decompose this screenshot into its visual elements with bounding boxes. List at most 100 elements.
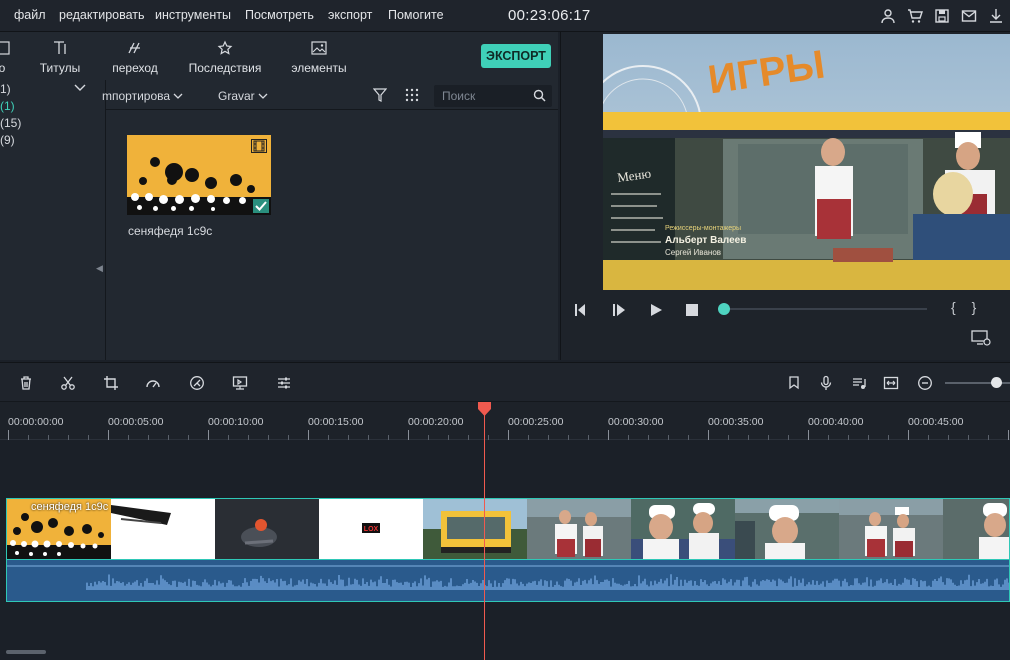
fit-icon[interactable] [883, 375, 899, 391]
tab-effects-label: Последствия [188, 61, 262, 75]
playhead[interactable] [484, 412, 485, 660]
search-input[interactable]: Поиск [434, 85, 552, 107]
audio-mixer-icon[interactable] [851, 375, 867, 391]
step-back-icon[interactable] [573, 302, 589, 318]
collapse-sidebar-icon[interactable]: ◀ [96, 263, 103, 274]
cart-icon[interactable] [907, 8, 923, 24]
tab-transitions[interactable]: переход [95, 40, 175, 75]
ruler-minor-tick [268, 435, 269, 440]
tab-elements-label: элементы [291, 61, 347, 75]
timeline: 00:00:00:00 00:00:05:00 00:00:10:00 00:0… [0, 402, 1010, 660]
ruler-label: 00:00:20:00 [408, 416, 464, 428]
ruler-minor-tick [588, 435, 589, 440]
ruler-major-tick [608, 430, 609, 440]
menu-edit[interactable]: редактировать [59, 8, 145, 22]
filter-icon[interactable] [373, 88, 387, 102]
clip-frame [527, 499, 631, 559]
tab-titles-label: Титулы [39, 61, 81, 75]
media-icon [0, 41, 10, 55]
menu-export[interactable]: экспорт [328, 8, 372, 22]
elements-icon [311, 41, 327, 55]
menu-bar: файл редактировать инструменты Посмотрет… [0, 0, 1010, 32]
ruler-minor-tick [388, 435, 389, 440]
ruler-label: 00:00:40:00 [808, 416, 864, 428]
audio-waveform-track[interactable] [6, 560, 1010, 602]
import-dropdown[interactable]: mпортирова [102, 89, 183, 103]
menu-tools[interactable]: инструменты [155, 8, 231, 22]
sidebar-item-sample-video[interactable]: (9) [0, 133, 15, 147]
ruler-minor-tick [48, 435, 49, 440]
video-track-clip[interactable]: сеняфедя 1с9с LOX [6, 498, 1010, 560]
ruler-major-tick [708, 430, 709, 440]
preview-panel: ИГРЫ Меню Режиссеры-монтажеры Альберт Ва… [560, 32, 1010, 360]
tab-titles[interactable]: Титулы [20, 40, 100, 75]
marker-icon[interactable] [786, 375, 802, 391]
clip-frame [839, 499, 943, 559]
stop-icon[interactable] [684, 302, 700, 318]
preview-progress-handle[interactable] [718, 303, 730, 315]
preview-progress-track[interactable] [721, 308, 927, 310]
ruler-minor-tick [168, 435, 169, 440]
ruler-major-tick [1008, 430, 1009, 440]
ruler-minor-tick [748, 435, 749, 440]
sidebar-item-sample-color[interactable]: (15) [0, 116, 21, 130]
ruler-minor-tick [728, 435, 729, 440]
timeline-ruler[interactable]: 00:00:00:00 00:00:05:00 00:00:10:00 00:0… [0, 402, 1010, 440]
save-icon[interactable] [934, 8, 950, 24]
library-tabs: о Титулы переход Последствия элементы ЭК… [0, 32, 558, 80]
step-forward-icon[interactable] [611, 302, 627, 318]
ruler-label: 00:00:10:00 [208, 416, 264, 428]
chevron-down-icon[interactable] [74, 84, 86, 92]
download-icon[interactable] [988, 8, 1004, 24]
video-clip-icon [251, 139, 267, 153]
adjust-icon[interactable] [276, 375, 292, 391]
project-timecode: 00:23:06:17 [508, 7, 591, 24]
ruler-minor-tick [568, 435, 569, 440]
ruler-minor-tick [948, 435, 949, 440]
mic-icon[interactable] [818, 375, 834, 391]
tab-transitions-label: переход [112, 61, 158, 75]
checkmark-icon [253, 199, 269, 213]
menu-view[interactable]: Посмотреть [245, 8, 314, 22]
audio-waveform [7, 565, 1009, 590]
clip-frame [215, 499, 319, 559]
timeline-scrollbar[interactable] [6, 650, 46, 654]
snapshot-settings-icon[interactable] [971, 330, 991, 346]
tab-media-label: о [0, 61, 6, 75]
speed-icon[interactable] [145, 375, 161, 391]
playhead-handle[interactable] [477, 402, 492, 416]
sidebar-item-active[interactable]: (1) [0, 99, 15, 113]
record-dropdown[interactable]: Gravar [218, 89, 268, 103]
zoom-slider-handle[interactable] [991, 377, 1002, 388]
grid-view-icon[interactable] [405, 88, 419, 102]
ruler-major-tick [508, 430, 509, 440]
color-icon[interactable] [189, 375, 205, 391]
search-icon[interactable] [533, 89, 546, 102]
menu-help[interactable]: Помогите [388, 8, 444, 22]
ruler-minor-tick [548, 435, 549, 440]
play-icon[interactable] [648, 302, 664, 318]
screen-icon[interactable] [232, 375, 248, 391]
ruler-minor-tick [88, 435, 89, 440]
menu-file[interactable]: файл [14, 8, 46, 22]
sidebar-item-project[interactable]: 1) [0, 82, 11, 96]
zoom-out-icon[interactable] [917, 375, 933, 391]
clip-frame [735, 499, 839, 559]
ruler-minor-tick [28, 435, 29, 440]
mail-icon[interactable] [961, 8, 977, 24]
mark-in-out-buttons[interactable]: { } [951, 299, 982, 315]
credits-line-1: Режиссеры-монтажеры [665, 225, 741, 232]
media-clip-thumbnail[interactable] [127, 135, 271, 215]
user-icon[interactable] [880, 8, 896, 24]
timeline-toolbar [0, 362, 1010, 402]
tab-elements[interactable]: элементы [279, 40, 359, 75]
cut-icon[interactable] [60, 375, 76, 391]
ruler-minor-tick [968, 435, 969, 440]
tab-effects[interactable]: Последствия [185, 40, 265, 75]
ruler-minor-tick [368, 435, 369, 440]
ruler-major-tick [108, 430, 109, 440]
export-button[interactable]: ЭКСПОРТ [481, 44, 551, 68]
ruler-label: 00:00:00:00 [8, 416, 64, 428]
delete-icon[interactable] [18, 375, 34, 391]
crop-icon[interactable] [103, 375, 119, 391]
